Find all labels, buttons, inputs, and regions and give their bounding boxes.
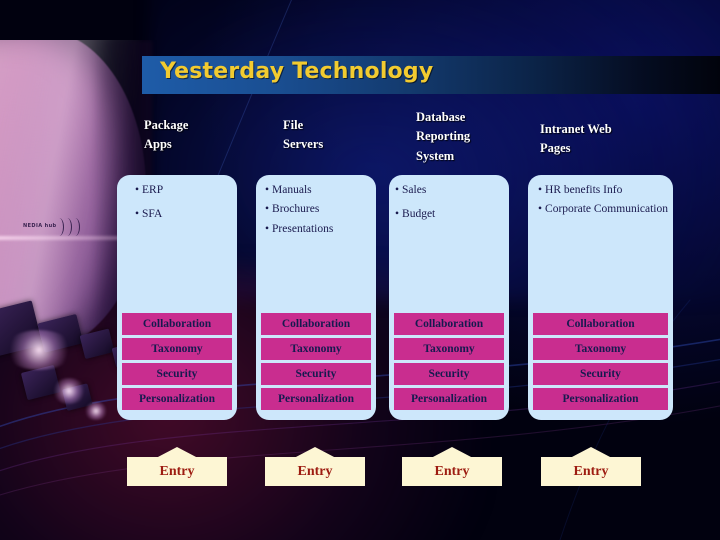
decor-spark-1 bbox=[4, 330, 74, 370]
list-item: • HR benefits Info bbox=[538, 184, 669, 196]
up-arrow-stem bbox=[580, 456, 602, 460]
columns-container: Package Apps • ERP • SFA Collaboration T… bbox=[117, 110, 673, 430]
bullet-dot-icon: • bbox=[265, 184, 270, 196]
list-item: • Presentations bbox=[265, 223, 372, 235]
column-intranet-web-pages: Intranet Web Pages • HR benefits Info • … bbox=[528, 110, 673, 430]
capability-stack-package-apps: Collaboration Taxonomy Security Personal… bbox=[122, 313, 232, 410]
device-label: NEDIA hub bbox=[23, 223, 57, 229]
status-badge: Collaboration bbox=[394, 313, 504, 335]
capability-stack-file-servers: Collaboration Taxonomy Security Personal… bbox=[261, 313, 371, 410]
panel-intranet-web-pages: • HR benefits Info • Corporate Communica… bbox=[528, 175, 673, 420]
list-item: • SFA bbox=[135, 208, 233, 220]
entry-block-database-reporting-system: Entry bbox=[402, 447, 502, 486]
bullet-text: Corporate Communication bbox=[545, 203, 668, 216]
bullet-text: ERP bbox=[142, 184, 164, 196]
panel-package-apps: • ERP • SFA Collaboration Taxonomy Secur… bbox=[117, 175, 237, 420]
panel-file-servers: • Manuals • Brochures • Presentations Co… bbox=[256, 175, 376, 420]
entry-label: Entry bbox=[573, 464, 609, 479]
capability-stack-intranet-web-pages: Collaboration Taxonomy Security Personal… bbox=[533, 313, 668, 410]
bullet-text: Manuals bbox=[272, 184, 312, 196]
bullet-dot-icon: • bbox=[135, 208, 140, 221]
list-item: • Budget bbox=[395, 208, 505, 220]
column-file-servers: File Servers • Manuals • Brochures • Pre… bbox=[256, 110, 376, 430]
bullet-dot-icon: • bbox=[395, 184, 400, 196]
status-badge: Personalization bbox=[533, 388, 668, 410]
bullet-dot-icon: • bbox=[135, 184, 140, 196]
entry-label: Entry bbox=[297, 464, 333, 479]
bullet-text: Presentations bbox=[272, 222, 334, 235]
column-package-apps: Package Apps • ERP • SFA Collaboration T… bbox=[117, 110, 237, 430]
bullet-dot-icon: • bbox=[538, 203, 543, 216]
entry-label: Entry bbox=[434, 464, 470, 479]
status-badge: Security bbox=[122, 363, 232, 385]
status-badge: Personalization bbox=[394, 388, 504, 410]
bullet-dot-icon: • bbox=[395, 208, 400, 221]
list-item: • Manuals bbox=[265, 184, 372, 196]
entry-block-package-apps: Entry bbox=[127, 447, 227, 486]
status-badge: Taxonomy bbox=[394, 338, 504, 360]
entry-block-file-servers: Entry bbox=[265, 447, 365, 486]
bullet-list-database-reporting-system: • Sales • Budget bbox=[395, 184, 505, 228]
status-badge: Security bbox=[533, 363, 668, 385]
page-title: Yesterday Technology bbox=[160, 59, 434, 84]
bullet-list-intranet-web-pages: • HR benefits Info • Corporate Communica… bbox=[538, 184, 669, 223]
decor-spark-2 bbox=[52, 378, 86, 404]
bullet-text: Budget bbox=[402, 208, 436, 221]
column-header-intranet-web-pages: Intranet Web Pages bbox=[540, 120, 675, 159]
status-badge: Taxonomy bbox=[533, 338, 668, 360]
list-item: • Sales bbox=[395, 184, 505, 196]
status-badge: Security bbox=[261, 363, 371, 385]
status-badge: Collaboration bbox=[122, 313, 232, 335]
decor-spark-3 bbox=[84, 402, 108, 420]
list-item: • Corporate Communication bbox=[538, 203, 669, 215]
list-item: • ERP bbox=[135, 184, 233, 196]
status-badge: Taxonomy bbox=[122, 338, 232, 360]
column-database-reporting-system: Database Reporting System • Sales • Budg… bbox=[389, 110, 509, 430]
up-arrow-stem bbox=[304, 456, 326, 460]
bullet-dot-icon: • bbox=[265, 203, 270, 216]
status-badge: Personalization bbox=[122, 388, 232, 410]
up-arrow-stem bbox=[441, 456, 463, 460]
bullet-dot-icon: • bbox=[265, 222, 270, 235]
entry-label: Entry bbox=[159, 464, 195, 479]
column-header-line-1: Intranet Web bbox=[540, 122, 612, 136]
bullet-list-file-servers: • Manuals • Brochures • Presentations bbox=[265, 184, 372, 242]
column-header-line-2: Pages bbox=[540, 141, 571, 156]
bullet-dot-icon: • bbox=[538, 184, 543, 196]
panel-database-reporting-system: • Sales • Budget Collaboration Taxonomy … bbox=[389, 175, 509, 420]
bullet-text: Brochures bbox=[272, 203, 320, 216]
device-signal-arcs bbox=[56, 218, 82, 238]
bullet-text: HR benefits Info bbox=[545, 184, 623, 196]
bullet-text: Sales bbox=[402, 184, 427, 196]
list-item: • Brochures bbox=[265, 203, 372, 215]
capability-stack-database-reporting-system: Collaboration Taxonomy Security Personal… bbox=[394, 313, 504, 410]
entry-block-intranet-web-pages: Entry bbox=[541, 447, 641, 486]
status-badge: Collaboration bbox=[533, 313, 668, 335]
status-badge: Personalization bbox=[261, 388, 371, 410]
status-badge: Collaboration bbox=[261, 313, 371, 335]
bullet-text: SFA bbox=[142, 208, 163, 221]
status-badge: Security bbox=[394, 363, 504, 385]
status-badge: Taxonomy bbox=[261, 338, 371, 360]
bullet-list-package-apps: • ERP • SFA bbox=[135, 184, 233, 228]
up-arrow-stem bbox=[166, 456, 188, 460]
slide-canvas: NEDIA hub Yesterday Technology Package A… bbox=[0, 0, 720, 540]
entry-row: Entry Entry Entry Entry bbox=[117, 447, 673, 497]
